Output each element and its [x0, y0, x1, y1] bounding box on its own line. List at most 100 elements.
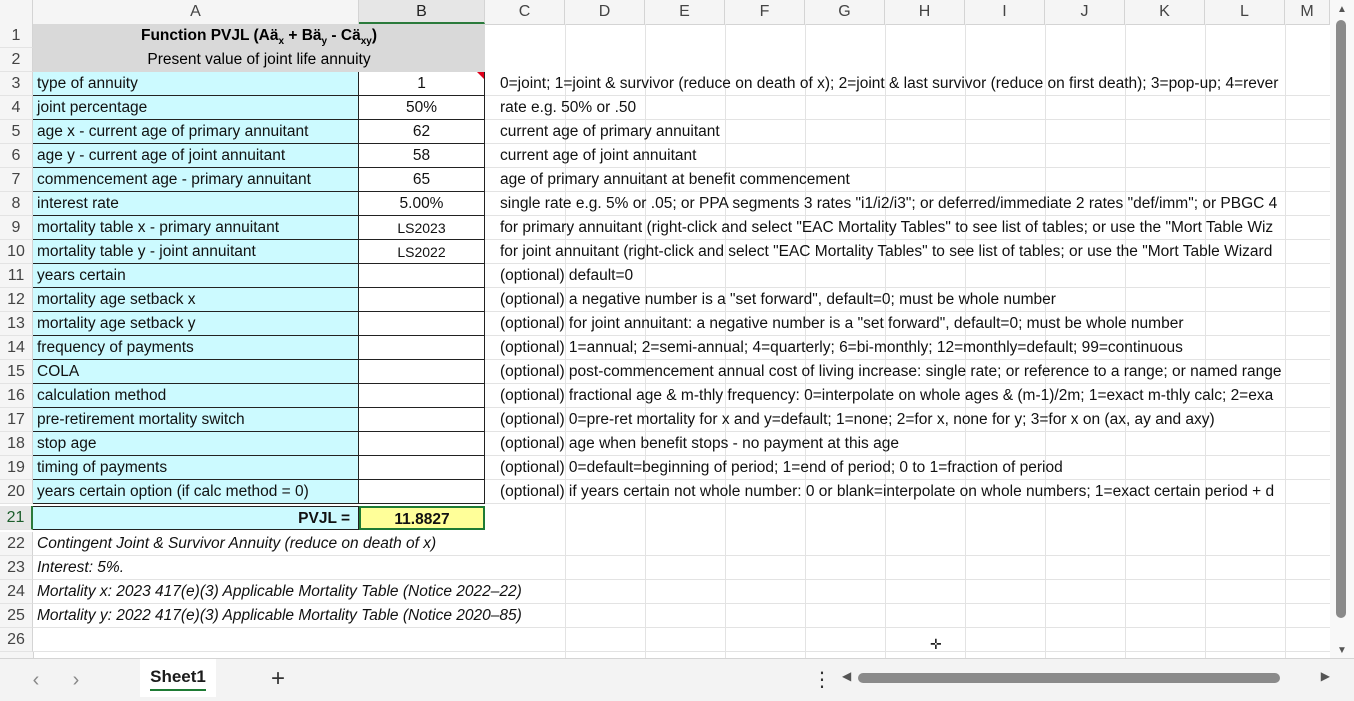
row-header[interactable]: 23: [0, 556, 33, 580]
column-header-i[interactable]: I: [965, 0, 1045, 24]
parameter-value-cell[interactable]: 65: [359, 168, 485, 192]
parameter-label-cell[interactable]: calculation method: [33, 384, 359, 408]
parameter-value-cell[interactable]: [359, 432, 485, 456]
parameter-note-cell[interactable]: age of primary annuitant at benefit comm…: [485, 168, 1330, 192]
parameter-label-cell[interactable]: mortality age setback y: [33, 312, 359, 336]
row-header[interactable]: 11: [0, 264, 33, 288]
row-header[interactable]: 7: [0, 168, 33, 192]
more-vertical-icon[interactable]: ⋮: [812, 667, 832, 692]
row-header[interactable]: 1: [0, 24, 33, 48]
parameter-label-cell[interactable]: years certain: [33, 264, 359, 288]
parameter-label-cell[interactable]: frequency of payments: [33, 336, 359, 360]
parameter-note-cell[interactable]: (optional) 1=annual; 2=semi-annual; 4=qu…: [485, 336, 1330, 360]
vertical-scroll-thumb[interactable]: [1336, 20, 1346, 618]
parameter-value-cell[interactable]: 58: [359, 144, 485, 168]
note-cell[interactable]: Mortality y: 2022 417(e)(3) Applicable M…: [33, 604, 1330, 628]
spreadsheet-grid[interactable]: ABCDEFGHIJKLM 1 Function PVJL (Aäx + Bäy…: [0, 0, 1330, 658]
row-header[interactable]: 25: [0, 604, 33, 628]
parameter-note-cell[interactable]: (optional) fractional age & m-thly frequ…: [485, 384, 1330, 408]
row-header[interactable]: 17: [0, 408, 33, 432]
parameter-label-cell[interactable]: pre-retirement mortality switch: [33, 408, 359, 432]
row-header[interactable]: 9: [0, 216, 33, 240]
parameter-value-cell[interactable]: LS2023: [359, 216, 485, 240]
parameter-note-cell[interactable]: (optional) age when benefit stops - no p…: [485, 432, 1330, 456]
row-header[interactable]: 10: [0, 240, 33, 264]
parameter-label-cell[interactable]: timing of payments: [33, 456, 359, 480]
parameter-value-cell[interactable]: [359, 360, 485, 384]
parameter-note-cell[interactable]: (optional) post-commencement annual cost…: [485, 360, 1330, 384]
row-header[interactable]: 18: [0, 432, 33, 456]
parameter-value-cell[interactable]: 50%: [359, 96, 485, 120]
parameter-value-cell[interactable]: [359, 408, 485, 432]
row-header[interactable]: 12: [0, 288, 33, 312]
parameter-label-cell[interactable]: commencement age - primary annuitant: [33, 168, 359, 192]
column-header-j[interactable]: J: [1045, 0, 1125, 24]
parameter-value-cell[interactable]: 1: [359, 72, 485, 96]
parameter-label-cell[interactable]: type of annuity: [33, 72, 359, 96]
row-header[interactable]: 21: [0, 506, 33, 530]
parameter-label-cell[interactable]: mortality table y - joint annuitant: [33, 240, 359, 264]
row-header[interactable]: 13: [0, 312, 33, 336]
column-header-e[interactable]: E: [645, 0, 725, 24]
parameter-value-cell[interactable]: [359, 336, 485, 360]
vertical-scrollbar[interactable]: ▲ ▼: [1330, 0, 1354, 658]
parameter-value-cell[interactable]: [359, 480, 485, 504]
row-header[interactable]: 20: [0, 480, 33, 504]
parameter-note-cell[interactable]: (optional) 0=default=beginning of period…: [485, 456, 1330, 480]
column-header-g[interactable]: G: [805, 0, 885, 24]
parameter-value-cell[interactable]: [359, 384, 485, 408]
parameter-label-cell[interactable]: mortality table x - primary annuitant: [33, 216, 359, 240]
parameter-value-cell[interactable]: 62: [359, 120, 485, 144]
column-header-f[interactable]: F: [725, 0, 805, 24]
scroll-left-icon[interactable]: ◀: [842, 669, 851, 683]
select-all-corner[interactable]: [0, 0, 33, 24]
parameter-label-cell[interactable]: age y - current age of joint annuitant: [33, 144, 359, 168]
column-header-l[interactable]: L: [1205, 0, 1285, 24]
chevron-right-icon[interactable]: ›: [66, 669, 86, 692]
note-cell[interactable]: Interest: 5%.: [33, 556, 1330, 580]
parameter-note-cell[interactable]: 0=joint; 1=joint & survivor (reduce on d…: [485, 72, 1330, 96]
parameter-label-cell[interactable]: stop age: [33, 432, 359, 456]
sheet-tab-sheet1[interactable]: Sheet1: [140, 659, 216, 697]
column-header-h[interactable]: H: [885, 0, 965, 24]
plus-icon[interactable]: +: [266, 665, 290, 693]
parameter-label-cell[interactable]: age x - current age of primary annuitant: [33, 120, 359, 144]
row-header[interactable]: 22: [0, 532, 33, 556]
column-header-m[interactable]: M: [1285, 0, 1330, 24]
parameter-value-cell[interactable]: 5.00%: [359, 192, 485, 216]
horizontal-scrollbar[interactable]: ◀ ▶: [838, 669, 1334, 687]
scroll-up-icon[interactable]: ▲: [1335, 4, 1349, 15]
row-header[interactable]: 6: [0, 144, 33, 168]
chevron-left-icon[interactable]: ‹: [26, 669, 46, 692]
row-header[interactable]: 3: [0, 72, 33, 96]
note-cell[interactable]: Mortality x: 2023 417(e)(3) Applicable M…: [33, 580, 1330, 604]
horizontal-scroll-thumb[interactable]: [858, 673, 1280, 683]
parameter-label-cell[interactable]: joint percentage: [33, 96, 359, 120]
subtitle-cell[interactable]: Present value of joint life annuity: [33, 48, 485, 72]
result-value-cell[interactable]: 11.8827: [359, 506, 485, 530]
parameter-note-cell[interactable]: (optional) if years certain not whole nu…: [485, 480, 1330, 504]
row-header[interactable]: 8: [0, 192, 33, 216]
parameter-label-cell[interactable]: interest rate: [33, 192, 359, 216]
parameter-value-cell[interactable]: [359, 264, 485, 288]
parameter-value-cell[interactable]: [359, 288, 485, 312]
scroll-down-icon[interactable]: ▼: [1335, 645, 1349, 656]
parameter-label-cell[interactable]: COLA: [33, 360, 359, 384]
parameter-note-cell[interactable]: current age of primary annuitant: [485, 120, 1330, 144]
parameter-value-cell[interactable]: [359, 312, 485, 336]
row-header[interactable]: 14: [0, 336, 33, 360]
note-cell[interactable]: [33, 628, 1330, 652]
title-cell[interactable]: Function PVJL (Aäx + Bäy - Cäxy): [33, 24, 485, 48]
parameter-label-cell[interactable]: mortality age setback x: [33, 288, 359, 312]
note-cell[interactable]: Contingent Joint & Survivor Annuity (red…: [33, 532, 1330, 556]
parameter-note-cell[interactable]: (optional) default=0: [485, 264, 1330, 288]
parameter-label-cell[interactable]: years certain option (if calc method = 0…: [33, 480, 359, 504]
parameter-note-cell[interactable]: for primary annuitant (right-click and s…: [485, 216, 1330, 240]
row-header[interactable]: 5: [0, 120, 33, 144]
column-header-c[interactable]: C: [485, 0, 565, 24]
parameter-note-cell[interactable]: (optional) a negative number is a "set f…: [485, 288, 1330, 312]
column-header-k[interactable]: K: [1125, 0, 1205, 24]
result-label-cell[interactable]: PVJL =: [33, 506, 359, 530]
row-header[interactable]: 2: [0, 48, 33, 72]
column-header-d[interactable]: D: [565, 0, 645, 24]
